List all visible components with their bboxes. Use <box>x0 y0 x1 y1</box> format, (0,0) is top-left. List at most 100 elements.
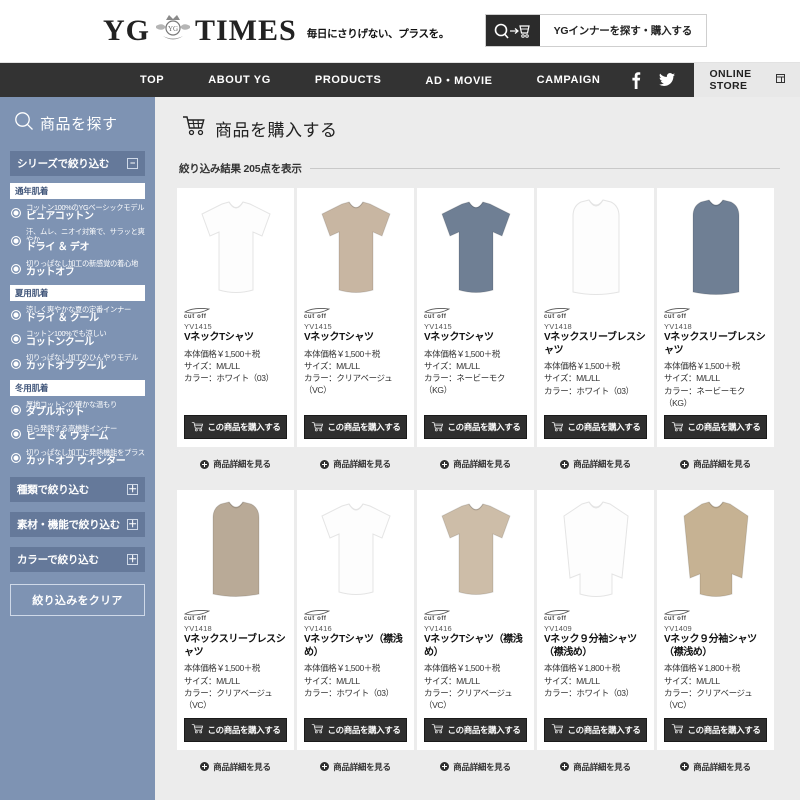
facebook-icon[interactable] <box>622 63 650 97</box>
buy-product-label: この商品を購入する <box>328 724 401 736</box>
filter-option-cut-off-cool[interactable]: 切りっぱなし加工のひんやりモデル カットオフ クール <box>11 354 145 372</box>
cart-icon <box>191 421 204 434</box>
cart-icon <box>431 723 444 736</box>
product-card[interactable]: cut off YV1415 VネックTシャツ 本体価格￥1,500＋税 サイズ… <box>297 188 414 447</box>
product-detail-label: 商品詳細を見る <box>453 761 510 773</box>
radio-icon[interactable] <box>11 264 21 274</box>
product-detail-link[interactable]: 商品詳細を見る <box>417 450 534 478</box>
plus-bullet-icon <box>560 762 569 771</box>
buy-product-button[interactable]: この商品を購入する <box>664 718 767 742</box>
magnifier-icon <box>14 111 34 135</box>
product-card[interactable]: cut off YV1409 Vネック９分袖シャツ（襟浅め） 本体価格￥1,80… <box>657 490 774 749</box>
buy-product-button[interactable]: この商品を購入する <box>544 718 647 742</box>
page-root: YG YG TIMES 毎日にさりげない、プラスを。 <box>0 0 800 800</box>
page-title-label: 商品を購入する <box>215 116 338 141</box>
filter-section-series-label: シリーズで絞り込む <box>17 156 109 171</box>
product-image[interactable] <box>297 188 414 303</box>
buy-product-button[interactable]: この商品を購入する <box>424 718 527 742</box>
buy-product-button[interactable]: この商品を購入する <box>184 415 287 439</box>
product-name: VネックTシャツ <box>184 332 287 345</box>
product-size: サイズ：M/L/LL <box>664 372 767 384</box>
filter-option-cut-off[interactable]: 切りっぱなし加工の新感覚の着心地 カットオフ <box>11 260 145 278</box>
product-card[interactable]: cut off YV1409 Vネック９分袖シャツ（襟浅め） 本体価格￥1,80… <box>537 490 654 749</box>
product-image[interactable] <box>417 490 534 605</box>
nav-item-products[interactable]: PRODUCTS <box>293 63 404 97</box>
product-name: VネックTシャツ <box>424 332 527 345</box>
radio-icon[interactable] <box>11 453 21 463</box>
expand-plus-icon[interactable]: ＋ <box>127 554 138 565</box>
product-detail-link[interactable]: 商品詳細を見る <box>177 450 294 478</box>
filter-option-dry-deo[interactable]: 汗、ムレ、ニオイ対策で、サラッと爽やか ドライ ＆ デオ <box>11 228 145 254</box>
radio-icon[interactable] <box>11 359 21 369</box>
product-card[interactable]: cut off YV1416 VネックTシャツ（襟浅め） 本体価格￥1,500＋… <box>417 490 534 749</box>
radio-icon[interactable] <box>11 405 21 415</box>
radio-icon[interactable] <box>11 310 21 320</box>
product-detail-link[interactable]: 商品詳細を見る <box>537 753 654 781</box>
nav-item-about[interactable]: ABOUT YG <box>186 63 293 97</box>
radio-icon[interactable] <box>11 429 21 439</box>
radio-icon[interactable] <box>11 208 21 218</box>
product-name: Vネックスリーブレスシャツ <box>664 332 767 357</box>
filter-section-series[interactable]: シリーズで絞り込む − <box>10 151 145 176</box>
nav-item-ad-movie[interactable]: AD・MOVIE <box>403 63 514 97</box>
product-detail-link[interactable]: 商品詳細を見る <box>297 450 414 478</box>
filter-option-cotton-cool[interactable]: コットン100%でも涼しい コットンクール <box>11 330 145 348</box>
product-card[interactable]: cut off YV1416 VネックTシャツ（襟浅め） 本体価格￥1,500＋… <box>297 490 414 749</box>
buy-product-button[interactable]: この商品を購入する <box>184 718 287 742</box>
product-detail-label: 商品詳細を見る <box>573 761 630 773</box>
product-image[interactable] <box>177 490 294 605</box>
product-image[interactable] <box>537 188 654 303</box>
product-detail-link[interactable]: 商品詳細を見る <box>417 753 534 781</box>
product-card[interactable]: cut off YV1418 Vネックスリーブレスシャツ 本体価格￥1,500＋… <box>657 188 774 447</box>
product-card[interactable]: cut off YV1415 VネックTシャツ 本体価格￥1,500＋税 サイズ… <box>417 188 534 447</box>
product-price: 本体価格￥1,500＋税 <box>424 348 527 360</box>
filter-section-color[interactable]: カラーで絞り込む ＋ <box>10 547 145 572</box>
collapse-minus-icon[interactable]: − <box>127 158 138 169</box>
row-spacer <box>177 784 782 790</box>
brand-name: cut off <box>424 616 447 622</box>
expand-plus-icon[interactable]: ＋ <box>127 519 138 530</box>
filter-option-heat-warm[interactable]: 自ら発熱する高機能インナー ヒート ＆ ウォーム <box>11 425 145 443</box>
cart-icon <box>551 421 564 434</box>
buy-product-button[interactable]: この商品を購入する <box>304 718 407 742</box>
filter-section-material[interactable]: 素材・機能で絞り込む ＋ <box>10 512 145 537</box>
product-image[interactable] <box>657 188 774 303</box>
nav-item-top[interactable]: TOP <box>118 63 186 97</box>
expand-plus-icon[interactable]: ＋ <box>127 484 138 495</box>
filter-group-label-all-season: 通年肌着 <box>10 183 145 199</box>
radio-icon[interactable] <box>11 334 21 344</box>
buy-product-button[interactable]: この商品を購入する <box>424 415 527 439</box>
nav-item-online-store[interactable]: ONLINE STORE <box>694 63 800 97</box>
clear-filters-button[interactable]: 絞り込みをクリア <box>10 584 145 616</box>
product-image[interactable] <box>297 490 414 605</box>
product-image[interactable] <box>417 188 534 303</box>
product-color: カラー：ネービーモク（KG） <box>424 372 527 397</box>
radio-icon[interactable] <box>11 236 21 246</box>
product-card[interactable]: cut off YV1418 Vネックスリーブレスシャツ 本体価格￥1,500＋… <box>537 188 654 447</box>
product-image[interactable] <box>177 188 294 303</box>
product-detail-link[interactable]: 商品詳細を見る <box>537 450 654 478</box>
filter-option-dry-cool[interactable]: 涼しく爽やかな夏の定番インナー ドライ ＆ クール <box>11 306 145 324</box>
sidebar-title: 商品を探す <box>14 111 145 135</box>
filter-option-cut-off-winter[interactable]: 切りっぱなし加工に発熱機能をプラス カットオフ ウィンター <box>11 449 145 467</box>
product-detail-link[interactable]: 商品詳細を見る <box>657 450 774 478</box>
buy-product-button[interactable]: この商品を購入する <box>304 415 407 439</box>
product-detail-link[interactable]: 商品詳細を見る <box>177 753 294 781</box>
filter-section-type[interactable]: 種類で絞り込む ＋ <box>10 477 145 502</box>
product-card[interactable]: cut off YV1415 VネックTシャツ 本体価格￥1,500＋税 サイズ… <box>177 188 294 447</box>
buy-product-button[interactable]: この商品を購入する <box>544 415 647 439</box>
nav-item-campaign[interactable]: CAMPAIGN <box>515 63 623 97</box>
brand-logo: cut off <box>544 609 647 622</box>
filter-option-double-hot[interactable]: 厚地コットンの確かな温もり ダブルホット <box>11 401 145 419</box>
site-logo[interactable]: YG YG TIMES 毎日にさりげない、プラスを。 <box>103 12 449 46</box>
product-image[interactable] <box>657 490 774 605</box>
product-image[interactable] <box>537 490 654 605</box>
buy-product-button[interactable]: この商品を購入する <box>664 415 767 439</box>
product-detail-link[interactable]: 商品詳細を見る <box>297 753 414 781</box>
product-name: Vネックスリーブレスシャツ <box>184 634 287 659</box>
twitter-icon[interactable] <box>650 63 684 97</box>
search-shop-button[interactable]: YGインナーを探す・購入する <box>485 14 707 47</box>
product-card[interactable]: cut off YV1418 Vネックスリーブレスシャツ 本体価格￥1,500＋… <box>177 490 294 749</box>
product-detail-link[interactable]: 商品詳細を見る <box>657 753 774 781</box>
filter-option-pure-cotton[interactable]: コットン100%のYGベーシックモデル ピュアコットン <box>11 204 145 222</box>
